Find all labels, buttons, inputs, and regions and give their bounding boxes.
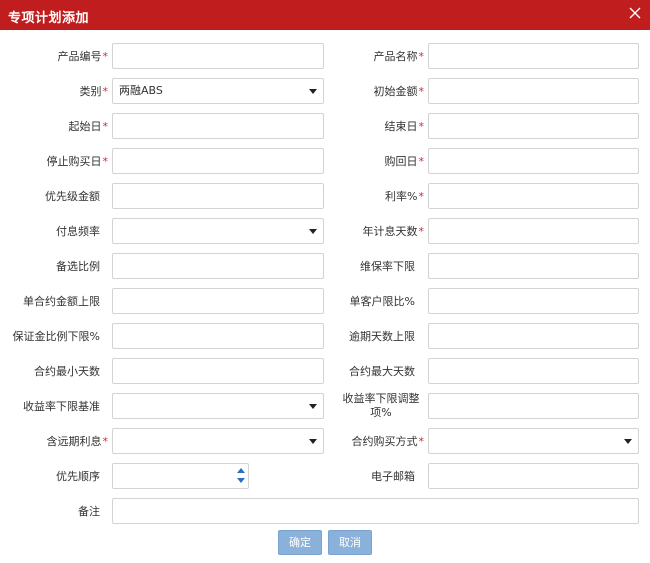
dialog-titlebar: 专项计划添加: [0, 0, 650, 30]
interest-rate-input[interactable]: [428, 183, 639, 209]
chevron-down-icon: [309, 89, 317, 94]
spin-down-icon[interactable]: [237, 478, 245, 483]
category-value: 两融ABS: [119, 84, 163, 97]
margin-floor-label: 保证金比例下限%: [12, 330, 100, 343]
product-name-label: 产品名称*: [373, 50, 425, 63]
interest-rate-label: 利率%*: [385, 190, 424, 203]
yield-floor-basis-label: 收益率下限基准: [23, 400, 100, 413]
contract-buy-method-select[interactable]: [428, 428, 639, 454]
product-name-input[interactable]: [428, 43, 639, 69]
cancel-button[interactable]: 取消: [328, 530, 372, 555]
remarks-input[interactable]: [112, 498, 639, 524]
initial-amount-input[interactable]: [428, 78, 639, 104]
buyback-date-label: 购回日*: [384, 155, 425, 168]
category-label: 类别*: [79, 85, 109, 98]
senior-amount-label: 优先级金额: [45, 190, 100, 203]
reserve-ratio-label: 备选比例: [56, 260, 100, 273]
remarks-label: 备注: [78, 505, 100, 518]
chevron-down-icon: [309, 404, 317, 409]
category-select[interactable]: 两融ABS: [112, 78, 324, 104]
close-icon[interactable]: [628, 6, 642, 20]
overdue-days-cap-label: 逾期天数上限: [349, 330, 415, 343]
include-forward-interest-select[interactable]: [112, 428, 324, 454]
contract-max-days-label: 合约最大天数: [349, 365, 415, 378]
end-date-label: 结束日*: [384, 120, 425, 133]
start-date-input[interactable]: [112, 113, 324, 139]
confirm-button[interactable]: 确定: [278, 530, 322, 555]
contract-buy-method-label: 合约购买方式*: [351, 435, 425, 448]
contract-min-days-label: 合约最小天数: [34, 365, 100, 378]
yield-floor-basis-select[interactable]: [112, 393, 324, 419]
senior-amount-input[interactable]: [112, 183, 324, 209]
payment-frequency-select[interactable]: [112, 218, 324, 244]
end-date-input[interactable]: [428, 113, 639, 139]
priority-order-stepper[interactable]: [112, 463, 249, 489]
maintenance-floor-input[interactable]: [428, 253, 639, 279]
dialog-title: 专项计划添加: [8, 11, 90, 26]
chevron-down-icon: [309, 229, 317, 234]
product-code-input[interactable]: [112, 43, 324, 69]
chevron-down-icon: [624, 439, 632, 444]
yield-floor-adjust-label: 收益率下限调整项%: [342, 392, 420, 419]
single-client-ratio-input[interactable]: [428, 288, 639, 314]
spin-up-icon[interactable]: [237, 468, 245, 473]
yield-floor-adjust-input[interactable]: [428, 393, 639, 419]
single-contract-cap-input[interactable]: [112, 288, 324, 314]
priority-order-label: 优先顺序: [56, 470, 100, 483]
annual-days-label: 年计息天数*: [362, 225, 425, 238]
start-date-label: 起始日*: [68, 120, 109, 133]
email-input[interactable]: [428, 463, 639, 489]
contract-max-days-input[interactable]: [428, 358, 639, 384]
single-contract-cap-label: 单合约金额上限: [23, 295, 100, 308]
single-client-ratio-label: 单客户限比%: [349, 295, 415, 308]
margin-floor-input[interactable]: [112, 323, 324, 349]
payment-frequency-label: 付息频率: [56, 225, 100, 238]
stop-buy-date-label: 停止购买日*: [46, 155, 109, 168]
initial-amount-label: 初始金额*: [373, 85, 425, 98]
product-code-label: 产品编号*: [57, 50, 109, 63]
include-forward-interest-label: 含远期利息*: [46, 435, 109, 448]
chevron-down-icon: [309, 439, 317, 444]
annual-days-input[interactable]: [428, 218, 639, 244]
buyback-date-input[interactable]: [428, 148, 639, 174]
overdue-days-cap-input[interactable]: [428, 323, 639, 349]
spinner[interactable]: [234, 464, 248, 488]
add-plan-dialog: 专项计划添加 产品编号* 产品名称* 类别* 两融ABS 初始金额* 起始日* …: [0, 0, 650, 563]
maintenance-floor-label: 维保率下限: [360, 260, 415, 273]
email-label: 电子邮箱: [371, 470, 415, 483]
reserve-ratio-input[interactable]: [112, 253, 324, 279]
contract-min-days-input[interactable]: [112, 358, 324, 384]
stop-buy-date-input[interactable]: [112, 148, 324, 174]
